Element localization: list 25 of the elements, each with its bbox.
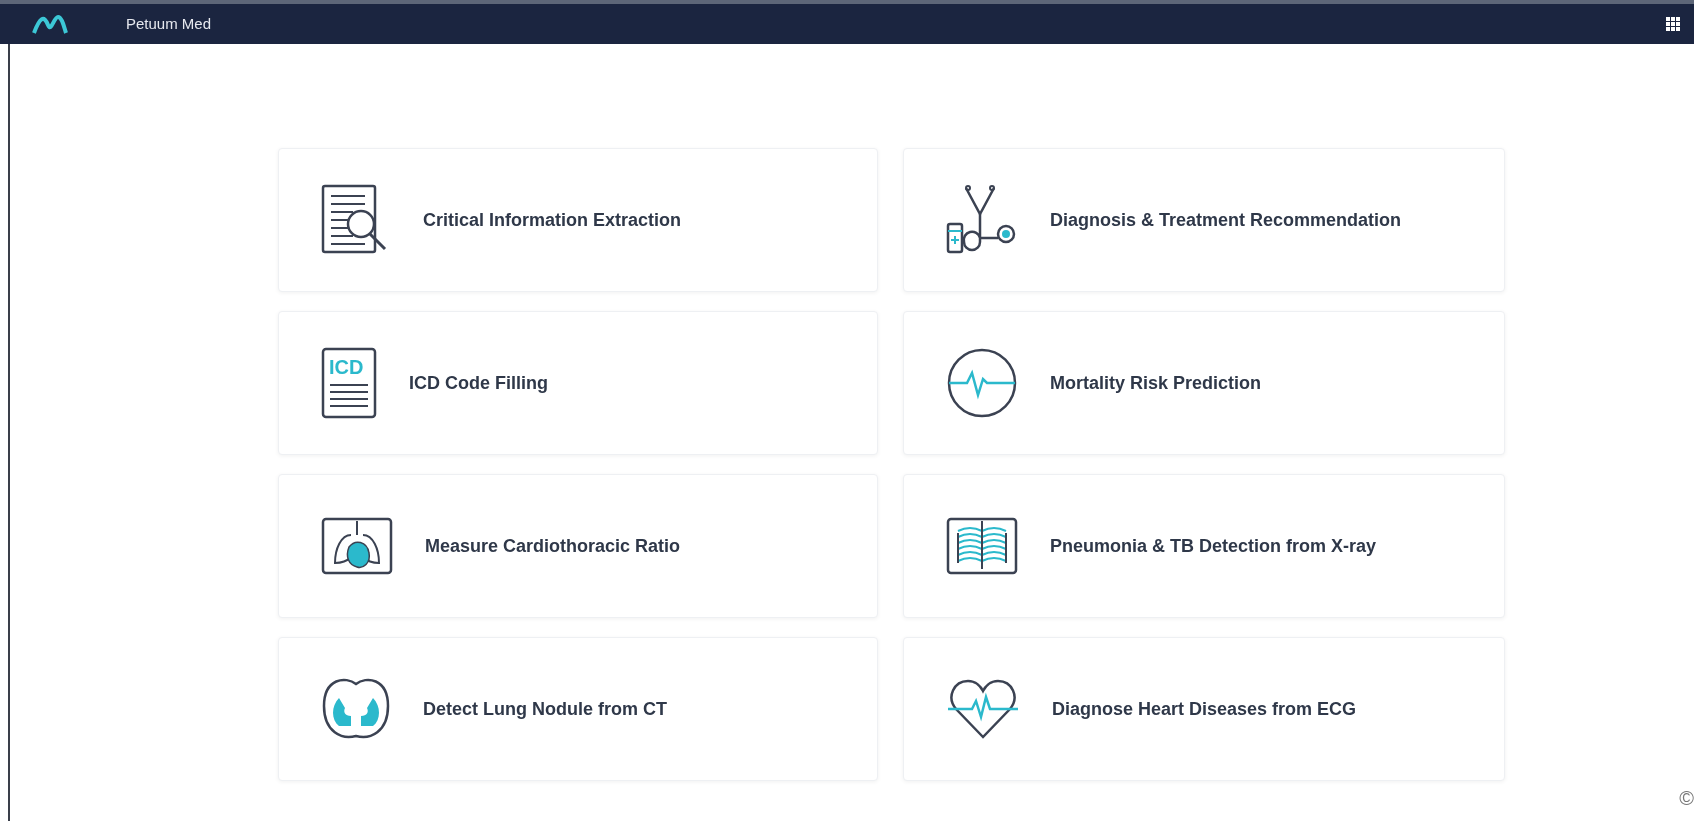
feature-card[interactable]: Diagnosis & Treatment Recommendation (903, 148, 1505, 292)
feature-label: Measure Cardiothoracic Ratio (425, 534, 681, 558)
feature-label: Diagnose Heart Diseases from ECG (1052, 697, 1357, 721)
feature-label: Diagnosis & Treatment Recommendation (1050, 208, 1402, 232)
app-title: Petuum Med (126, 13, 212, 34)
feature-label: Critical Information Extraction (423, 208, 682, 232)
copyright-text: © (1679, 786, 1694, 811)
stethoscope-icon (946, 184, 1018, 256)
feature-label: Detect Lung Nodule from CT (423, 697, 667, 721)
feature-card[interactable]: Detect Lung Nodule from CT (278, 637, 878, 781)
feature-card[interactable]: ICD ICD Code Filling (278, 311, 878, 455)
heartbeat-monitor-icon (946, 347, 1018, 419)
heart-ecg-icon (946, 677, 1020, 741)
feature-label: Pneumonia & TB Detection from X-ray (1050, 534, 1377, 558)
feature-card[interactable]: Diagnose Heart Diseases from ECG (903, 637, 1505, 781)
logo-icon[interactable] (32, 13, 68, 35)
icd-label: ICD (329, 356, 364, 378)
feature-card[interactable]: Mortality Risk Prediction (903, 311, 1505, 455)
feature-label: Mortality Risk Prediction (1050, 371, 1262, 395)
feature-card[interactable]: Pneumonia & TB Detection from X-ray (903, 474, 1505, 618)
xray-ribs-icon (946, 517, 1018, 575)
feature-label: ICD Code Filling (409, 371, 548, 395)
feature-card[interactable]: Critical Information Extraction (278, 148, 878, 292)
apps-grid-icon[interactable] (1666, 17, 1680, 31)
feature-card[interactable]: Measure Cardiothoracic Ratio (278, 474, 878, 618)
